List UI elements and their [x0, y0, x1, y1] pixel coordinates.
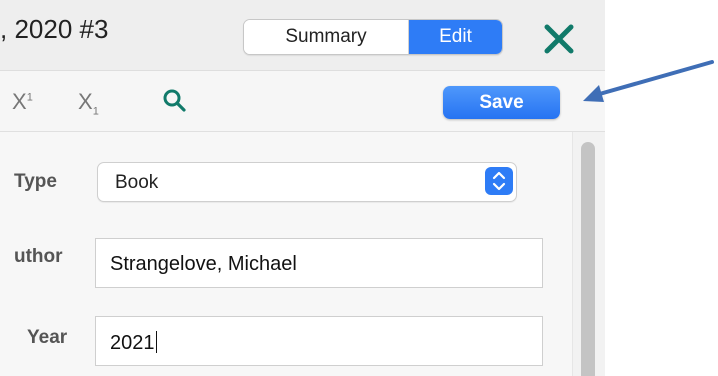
- view-mode-toggle[interactable]: Summary Edit: [243, 19, 503, 55]
- author-label: uthor: [14, 246, 63, 267]
- type-label: Type: [14, 171, 57, 192]
- search-icon[interactable]: [162, 88, 188, 114]
- year-field-value: 2021: [110, 332, 155, 354]
- tab-summary[interactable]: Summary: [244, 20, 409, 54]
- author-field-value: Strangelove, Michael: [110, 253, 297, 275]
- year-label: Year: [27, 327, 68, 348]
- type-select[interactable]: Book: [97, 162, 517, 202]
- form-scrollbar[interactable]: [572, 132, 605, 376]
- close-x-icon[interactable]: [540, 20, 578, 58]
- reference-title: , 2020 #3: [0, 14, 109, 44]
- year-field-content: 2021: [110, 331, 157, 355]
- scroll-thumb[interactable]: [581, 142, 595, 376]
- reference-editor-panel: , 2020 #3 Summary Edit X1 X1 Save Type B…: [0, 0, 605, 376]
- tab-edit[interactable]: Edit: [409, 20, 502, 54]
- subscript-button[interactable]: X1: [78, 89, 99, 117]
- header-bar: , 2020 #3 Summary Edit: [0, 0, 605, 71]
- type-select-value: Book: [115, 172, 159, 193]
- year-field[interactable]: 2021: [95, 316, 543, 366]
- updown-chevron-icon: [485, 167, 513, 195]
- superscript-button[interactable]: X1: [12, 89, 33, 115]
- save-button[interactable]: Save: [443, 86, 560, 119]
- text-caret: [155, 331, 157, 353]
- author-field[interactable]: Strangelove, Michael: [95, 238, 543, 288]
